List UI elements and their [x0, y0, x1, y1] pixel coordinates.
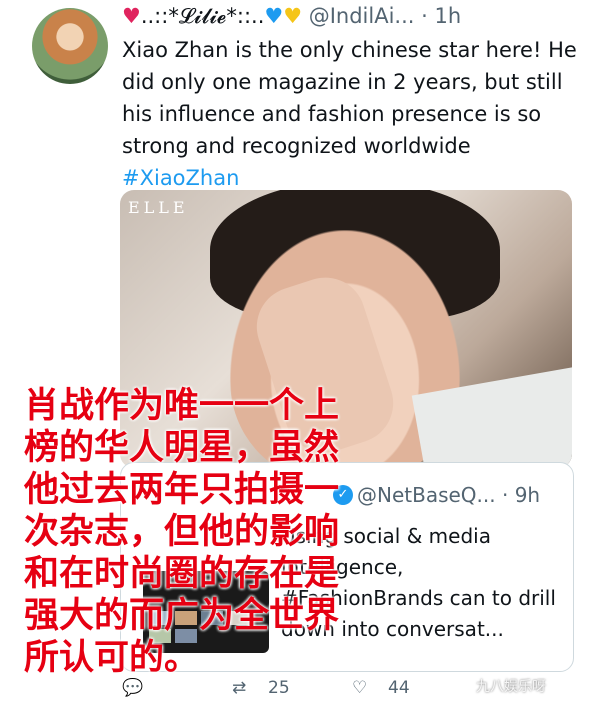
- like-icon[interactable]: ♡: [352, 678, 367, 698]
- media-brand-logo: ELLE: [128, 198, 189, 217]
- hashtag-link[interactable]: #XiaoZhan: [122, 166, 239, 190]
- user-handle[interactable]: @IndilAi...: [309, 4, 415, 28]
- tweet-text: Xiao Zhan is the only chinese star here!…: [122, 34, 582, 194]
- retweet-count: 25: [268, 678, 290, 698]
- quoted-separator: ·: [501, 483, 509, 507]
- quoted-time[interactable]: 9h: [515, 483, 540, 507]
- quoted-meta: @NetBaseQ... · 9h: [357, 483, 540, 507]
- separator: ·: [421, 4, 428, 28]
- heart-blue-icon: ♥: [264, 4, 284, 28]
- avatar[interactable]: [32, 8, 108, 84]
- chinese-caption-overlay: 肖战作为唯一一个上榜的华人明星，虽然他过去两年只拍摄一次杂志，但他的影响和在时尚…: [24, 386, 340, 678]
- quoted-handle[interactable]: @NetBaseQ...: [357, 483, 496, 507]
- like-count: 44: [388, 678, 410, 698]
- reply-icon[interactable]: 💬: [122, 678, 143, 698]
- watermark: 九八娱乐呀: [476, 679, 546, 695]
- timestamp[interactable]: 1h: [435, 4, 462, 28]
- tweet-header: ♥..::*𝓛𝓲𝓵𝓲𝓮*::..♥♥ @IndilAi... · 1h: [122, 4, 592, 34]
- display-name[interactable]: ..::*𝓛𝓲𝓵𝓲𝓮*::..: [141, 4, 265, 28]
- retweet-icon[interactable]: ⇄: [232, 678, 246, 698]
- tweet-body: Xiao Zhan is the only chinese star here!…: [122, 38, 577, 158]
- heart-yellow-icon: ♥: [283, 4, 303, 28]
- heart-red-icon: ♥: [122, 4, 141, 28]
